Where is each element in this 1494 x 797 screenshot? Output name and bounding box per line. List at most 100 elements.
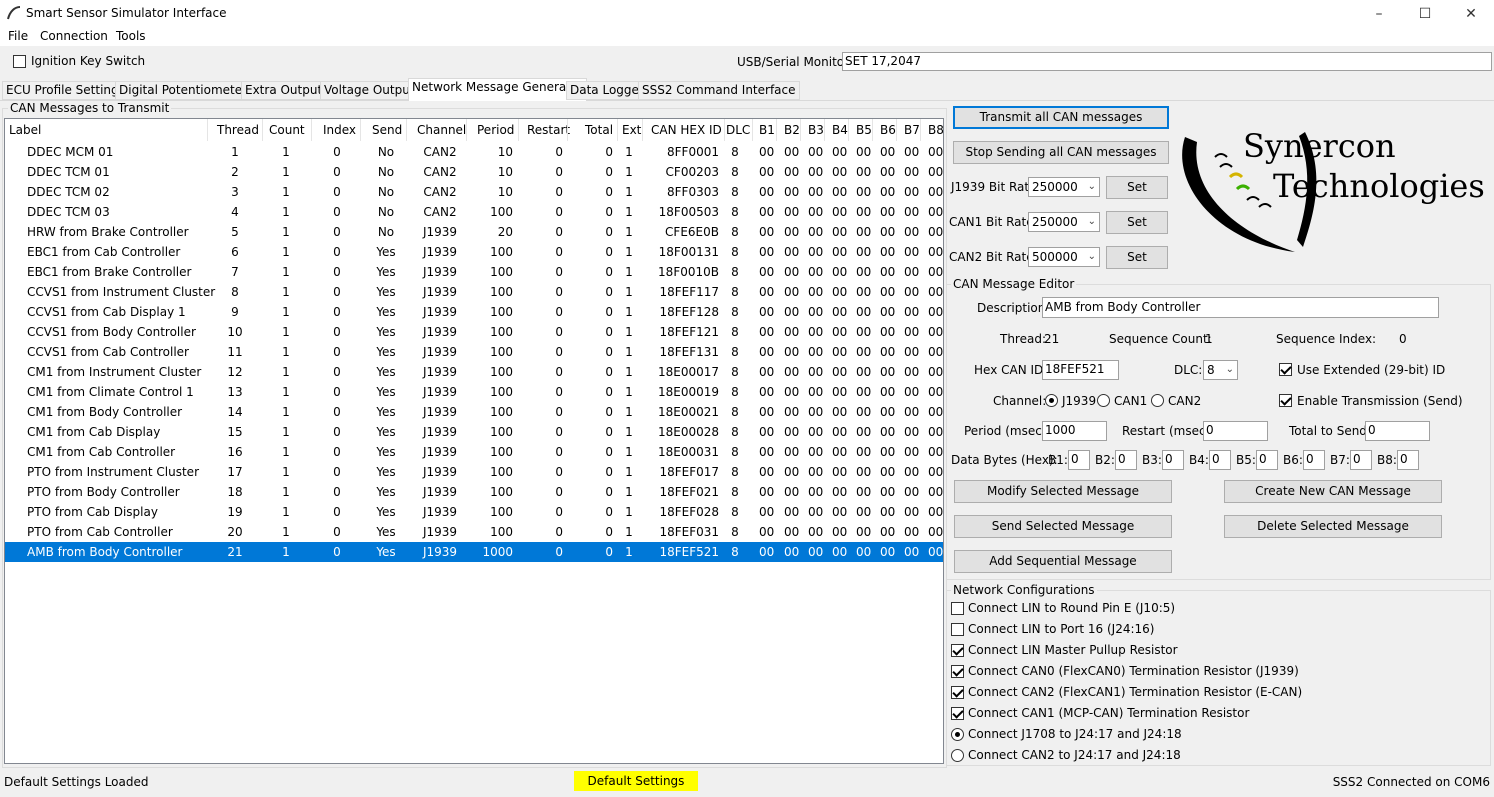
- column-header-channel[interactable]: Channel: [417, 123, 466, 137]
- byte-input-b2[interactable]: 0: [1115, 450, 1137, 470]
- period-input[interactable]: 1000: [1042, 421, 1107, 441]
- tab-voltage-output[interactable]: Voltage Output: [320, 81, 419, 100]
- column-header-restart[interactable]: Restart: [527, 123, 570, 137]
- minimize-icon[interactable]: –: [1356, 0, 1402, 28]
- column-header-b4[interactable]: B4: [832, 123, 848, 137]
- table-row[interactable]: DDEC TCM 01 2 1 0 No CAN2 10 0 0 1 CF00203 8 00 00 00 0…: [5, 162, 943, 182]
- channel-radio-j1939[interactable]: [1045, 394, 1058, 407]
- set-j1939-button[interactable]: Set: [1106, 176, 1168, 199]
- menu-tools[interactable]: Tools: [116, 28, 146, 44]
- menu-file[interactable]: File: [8, 28, 28, 44]
- byte-input-b4[interactable]: 0: [1209, 450, 1231, 470]
- column-header-send[interactable]: Send: [372, 123, 402, 137]
- channel-radio-can1[interactable]: [1097, 394, 1110, 407]
- table-cell: 00: [759, 505, 775, 519]
- send-selected-button[interactable]: Send Selected Message: [954, 515, 1172, 538]
- column-header-label[interactable]: Label: [9, 123, 209, 137]
- table-row[interactable]: CM1 from Cab Display 15 1 0 Yes J1939 100 0 0 1 18…: [5, 422, 943, 442]
- can1-bitrate-select[interactable]: 250000 ⌄: [1028, 212, 1100, 232]
- j1939-bitrate-select[interactable]: 250000 ⌄: [1028, 177, 1100, 197]
- set-can1-button[interactable]: Set: [1106, 211, 1168, 234]
- table-row[interactable]: PTO from Cab Display 19 1 0 Yes J1939 100 0 0 1 18…: [5, 502, 943, 522]
- channel-radio-can2[interactable]: [1151, 394, 1164, 407]
- column-header-b7[interactable]: B7: [904, 123, 920, 137]
- tab-digital-potentiometers[interactable]: Digital Potentiometers: [115, 81, 258, 100]
- byte-input-b1[interactable]: 0: [1068, 450, 1090, 470]
- transmit-all-button[interactable]: Transmit all CAN messages: [953, 106, 1169, 129]
- table-row[interactable]: DDEC MCM 01 1 1 0 No CAN2 10 0 0 1 8FF0001 8 00 00 00 0…: [5, 142, 943, 162]
- monitor-field[interactable]: SET 17,2047: [842, 52, 1492, 71]
- delete-selected-button[interactable]: Delete Selected Message: [1224, 515, 1442, 538]
- can2-bitrate-select[interactable]: 500000 ⌄: [1028, 247, 1100, 267]
- use-extended-checkbox[interactable]: [1279, 363, 1292, 376]
- column-header-total[interactable]: Total: [585, 123, 613, 137]
- tab-sss2-command[interactable]: SSS2 Command Interface: [638, 81, 800, 100]
- modify-selected-button[interactable]: Modify Selected Message: [954, 480, 1172, 503]
- menu-connection[interactable]: Connection: [40, 28, 108, 44]
- table-row[interactable]: CM1 from Climate Control 1 13 1 0 Yes J1939 10…: [5, 382, 943, 402]
- column-header-b6[interactable]: B6: [880, 123, 896, 137]
- byte-input-b7[interactable]: 0: [1350, 450, 1372, 470]
- table-row[interactable]: EBC1 from Brake Controller 7 1 0 Yes J1939 100…: [5, 262, 943, 282]
- total-to-send-input[interactable]: 0: [1365, 421, 1430, 441]
- checkbox-netconfig-3[interactable]: [951, 644, 964, 657]
- column-header-count[interactable]: Count: [269, 123, 305, 137]
- table-row[interactable]: CCVS1 from Cab Display 1 9 1 0 Yes J1939 100 0 0…: [5, 302, 943, 322]
- checkbox-netconfig-1[interactable]: [951, 602, 964, 615]
- column-header-b5[interactable]: B5: [856, 123, 872, 137]
- column-header-period[interactable]: Period: [477, 123, 514, 137]
- table-cell: 18E00019: [657, 385, 719, 399]
- column-header-b2[interactable]: B2: [784, 123, 800, 137]
- tab-data-logger[interactable]: Data Logger: [566, 81, 648, 100]
- restart-input[interactable]: 0: [1203, 421, 1268, 441]
- checkbox-netconfig-2[interactable]: [951, 623, 964, 636]
- column-header-b8[interactable]: B8: [928, 123, 943, 137]
- table-row[interactable]: DDEC TCM 03 4 1 0 No CAN2 100 0 0 1 18F00503 8 00 00 0…: [5, 202, 943, 222]
- column-header-ext[interactable]: Ext: [622, 123, 641, 137]
- table-row[interactable]: EBC1 from Cab Controller 6 1 0 Yes J1939 100 0 0…: [5, 242, 943, 262]
- checkbox-netconfig-5[interactable]: [951, 686, 964, 699]
- column-header-can-hex-id[interactable]: CAN HEX ID: [651, 123, 722, 137]
- byte-input-b6[interactable]: 0: [1303, 450, 1325, 470]
- table-row[interactable]: PTO from Instrument Cluster 17 1 0 Yes J1939 1…: [5, 462, 943, 482]
- dlc-select[interactable]: 8 ⌄: [1203, 360, 1238, 380]
- checkbox-netconfig-6[interactable]: [951, 707, 964, 720]
- table-row[interactable]: PTO from Cab Controller 20 1 0 Yes J1939 100 0 0…: [5, 522, 943, 542]
- tab-ecu-profile[interactable]: ECU Profile Settings: [2, 81, 129, 100]
- tab-network-message-generator[interactable]: Network Message Generator: [408, 78, 588, 101]
- table-row[interactable]: CCVS1 from Instrument Cluster 8 1 0 Yes J1939…: [5, 282, 943, 302]
- tab-extra-outputs[interactable]: Extra Outputs: [241, 81, 333, 100]
- table-cell: 0: [605, 405, 613, 419]
- radio-netconfig-8[interactable]: [951, 749, 964, 762]
- create-new-button[interactable]: Create New CAN Message: [1224, 480, 1442, 503]
- radio-netconfig-7[interactable]: [951, 728, 964, 741]
- table-row[interactable]: CM1 from Cab Controller 16 1 0 Yes J1939 100 0 0…: [5, 442, 943, 462]
- enable-transmission-checkbox[interactable]: [1279, 394, 1292, 407]
- byte-input-b8[interactable]: 0: [1397, 450, 1419, 470]
- add-sequential-button[interactable]: Add Sequential Message: [954, 550, 1172, 573]
- column-header-thread[interactable]: Thread: [217, 123, 259, 137]
- can-message-table[interactable]: Label Thread Count Index Send Channel Period Re…: [4, 118, 944, 764]
- hex-can-id-input[interactable]: 18FEF521: [1042, 360, 1119, 380]
- close-icon[interactable]: ✕: [1448, 0, 1494, 28]
- table-row[interactable]: CM1 from Instrument Cluster 12 1 0 Yes J1939 1…: [5, 362, 943, 382]
- byte-input-b5[interactable]: 0: [1256, 450, 1278, 470]
- column-header-b3[interactable]: B3: [808, 123, 824, 137]
- table-row[interactable]: HRW from Brake Controller 5 1 0 No J1939 20 0 0 1…: [5, 222, 943, 242]
- description-input[interactable]: AMB from Body Controller: [1042, 297, 1439, 318]
- byte-input-b3[interactable]: 0: [1162, 450, 1184, 470]
- table-row[interactable]: CCVS1 from Body Controller 10 1 0 Yes J1939 10…: [5, 322, 943, 342]
- table-row[interactable]: DDEC TCM 02 3 1 0 No CAN2 10 0 0 1 8FF0303 8 00 00 00 0…: [5, 182, 943, 202]
- table-row[interactable]: AMB from Body Controller 21 1 0 Yes J1939 1000…: [5, 542, 943, 562]
- table-row[interactable]: CCVS1 from Cab Controller 11 1 0 Yes J1939 100…: [5, 342, 943, 362]
- table-row[interactable]: CM1 from Body Controller 14 1 0 Yes J1939 100 0…: [5, 402, 943, 422]
- checkbox-netconfig-4[interactable]: [951, 665, 964, 678]
- column-header-dlc[interactable]: DLC: [726, 123, 750, 137]
- stop-all-button[interactable]: Stop Sending all CAN messages: [953, 141, 1169, 164]
- table-row[interactable]: PTO from Body Controller 18 1 0 Yes J1939 100 0…: [5, 482, 943, 502]
- column-header-b1[interactable]: B1: [759, 123, 775, 137]
- ignition-checkbox[interactable]: [13, 55, 26, 68]
- maximize-icon[interactable]: ☐: [1402, 0, 1448, 28]
- column-header-index[interactable]: Index: [323, 123, 356, 137]
- set-can2-button[interactable]: Set: [1106, 246, 1168, 269]
